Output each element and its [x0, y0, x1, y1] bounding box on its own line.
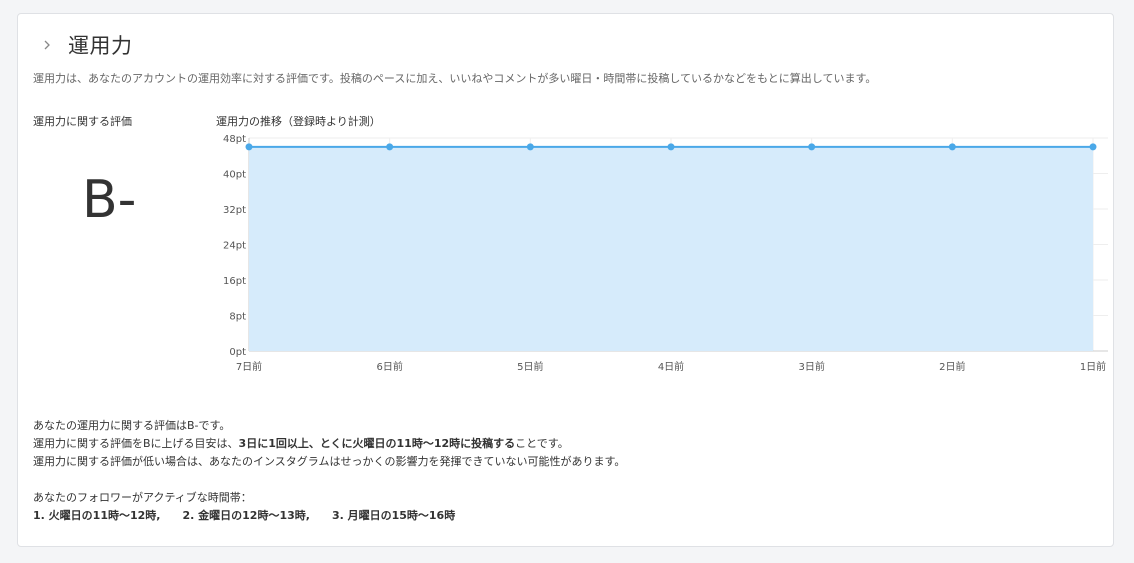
x-tick-label: 4日前 [658, 360, 684, 373]
y-tick-label: 0pt [229, 347, 246, 358]
y-tick-label: 8pt [229, 312, 246, 323]
data-point [948, 143, 956, 151]
section-description: 運用力は、あなたのアカウントの運用効率に対する評価です。投稿のペースに加え、いい… [33, 72, 877, 85]
data-point [386, 143, 394, 151]
chart-label: 運用力の推移（登録時より計測） [216, 115, 381, 128]
x-tick-label: 2日前 [939, 360, 965, 373]
summary-line-2: 運用力に関する評価をBに上げる目安は、3日に1回以上、とくに火曜日の11時〜12… [33, 435, 625, 453]
y-tick-label: 16pt [223, 276, 246, 287]
x-tick-label: 5日前 [517, 360, 543, 373]
active-times-title: あなたのフォロワーがアクティブな時間帯： [33, 491, 252, 504]
active-time-item: 2. 金曜日の12時〜13時, [182, 509, 310, 522]
y-tick-label: 24pt [223, 241, 246, 252]
y-tick-label: 40pt [223, 170, 246, 181]
evaluation-grade: B- [82, 170, 137, 230]
y-tick-label: 48pt [223, 134, 246, 145]
data-point [808, 143, 816, 151]
trend-chart-svg: 48pt 40pt 32pt 24pt 16pt 8pt 0pt 7日前 6日前 5日前 4日前 3日… [223, 134, 1118, 373]
active-times-list: 1. 火曜日の11時〜12時, 2. 金曜日の12時〜13時, 3. 月曜日の1… [33, 507, 455, 523]
summary-line-2-bold: 3日に1回以上、とくに火曜日の11時〜12時に投稿する [238, 437, 516, 450]
summary-text: あなたの運用力に関する評価はB-です。 運用力に関する評価をBに上げる目安は、3… [33, 417, 625, 471]
evaluation-label: 運用力に関する評価 [33, 115, 132, 128]
area-fill [249, 146, 1093, 351]
x-tick-label: 3日前 [798, 360, 824, 373]
data-point [245, 143, 253, 151]
active-time-item: 1. 火曜日の11時〜12時, [33, 509, 161, 522]
x-tick-label: 6日前 [376, 360, 402, 373]
data-point [526, 143, 534, 151]
trend-chart: 48pt 40pt 32pt 24pt 16pt 8pt 0pt 7日前 6日前 5日前 4日前 3日… [208, 130, 1118, 376]
y-tick-label: 32pt [223, 205, 246, 216]
section-header[interactable]: 運用力 [38, 30, 133, 60]
active-time-item: 3. 月曜日の15時〜16時 [331, 509, 456, 522]
chevron-right-icon[interactable] [38, 36, 56, 54]
x-tick-label: 7日前 [236, 360, 262, 373]
summary-line-2-suffix: ことです。 [515, 437, 569, 450]
x-tick-label: 1日前 [1080, 360, 1106, 373]
summary-line-1: あなたの運用力に関する評価はB-です。 [33, 419, 231, 432]
summary-line-2-prefix: 運用力に関する評価をBに上げる目安は、 [33, 437, 239, 450]
summary-line-3: 運用力に関する評価が低い場合は、あなたのインスタグラムはせっかくの影響力を発揮で… [33, 455, 626, 468]
data-point [667, 143, 675, 151]
data-point [1089, 143, 1097, 151]
section-title: 運用力 [68, 34, 133, 58]
operation-card: 運用力 運用力は、あなたのアカウントの運用効率に対する評価です。投稿のペースに加… [17, 13, 1118, 547]
